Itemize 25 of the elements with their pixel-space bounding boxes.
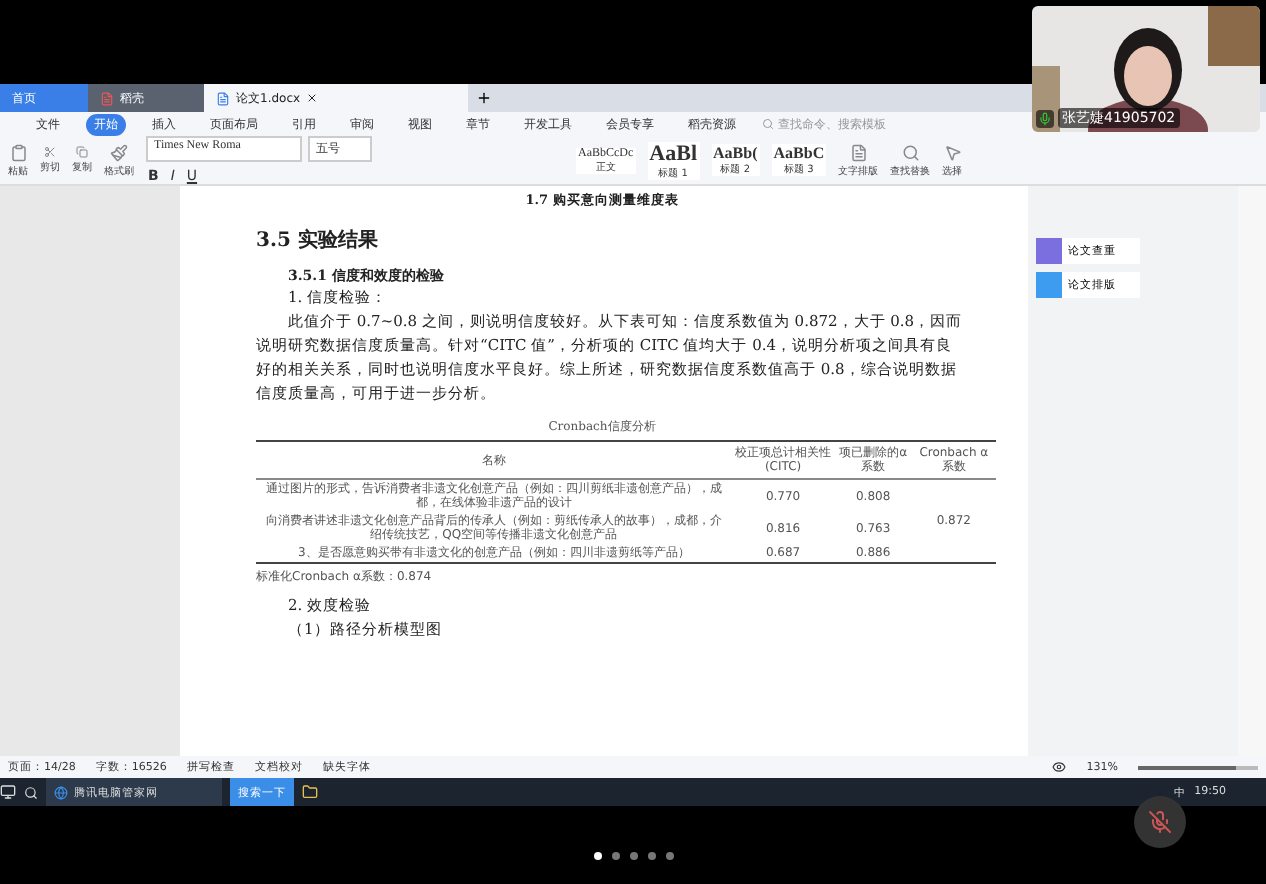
section-heading: 3.5 实验结果 — [256, 226, 380, 254]
close-icon[interactable] — [306, 92, 319, 104]
folder-icon[interactable] — [302, 784, 318, 800]
globe-icon — [54, 785, 68, 799]
page-dot[interactable] — [629, 852, 637, 860]
scissors-icon — [44, 146, 56, 158]
page-dot[interactable] — [665, 852, 673, 860]
start-icon[interactable] — [0, 784, 16, 800]
document-icon — [216, 91, 230, 105]
page-dot[interactable] — [593, 852, 601, 860]
page-dot[interactable] — [611, 852, 619, 860]
page-dot[interactable] — [647, 852, 655, 860]
eye-icon[interactable] — [1052, 760, 1067, 774]
plus-icon[interactable] — [476, 90, 492, 106]
clipboard-icon — [9, 143, 27, 161]
document-icon — [849, 143, 868, 161]
paintbrush-icon — [110, 143, 128, 161]
cursor-icon — [943, 143, 962, 161]
document-icon — [100, 91, 114, 105]
muted-mic-icon — [1148, 810, 1172, 834]
search-icon — [901, 143, 920, 161]
mute-button[interactable] — [1134, 796, 1186, 848]
search-icon[interactable] — [24, 785, 38, 799]
search-icon — [762, 118, 774, 130]
copy-icon — [76, 146, 88, 158]
